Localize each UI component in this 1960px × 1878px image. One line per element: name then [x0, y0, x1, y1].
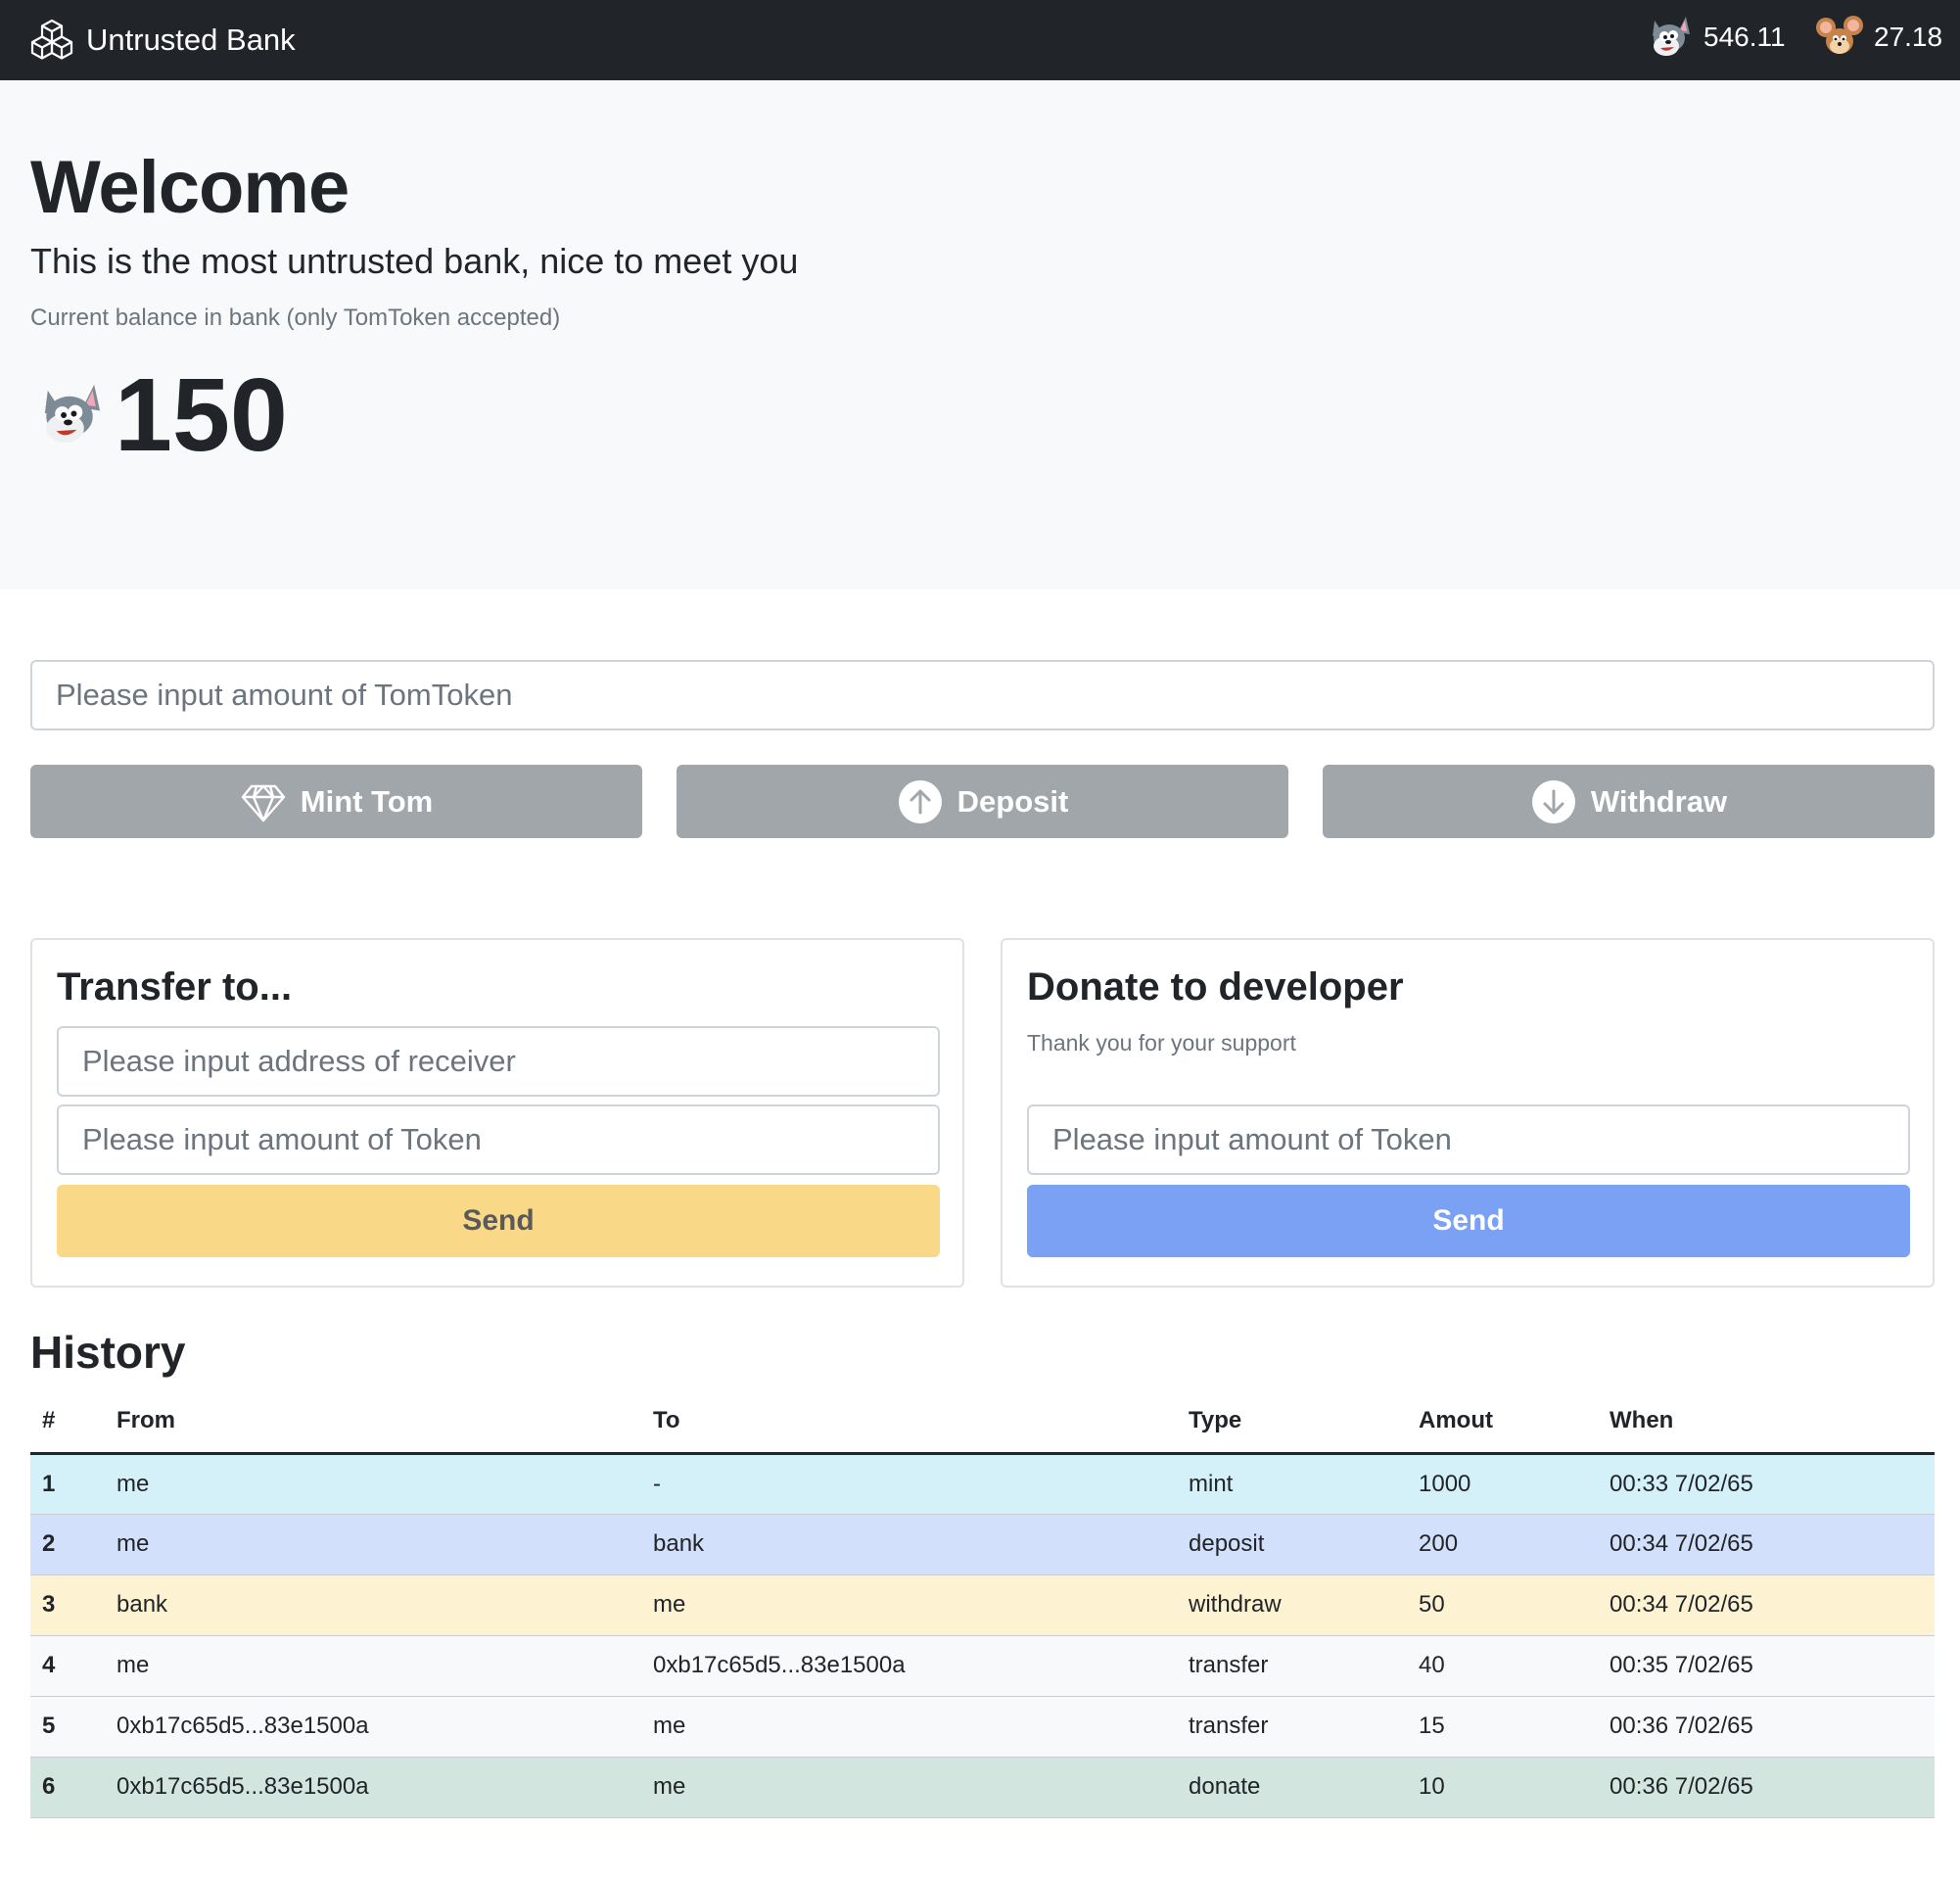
donate-title: Donate to developer: [1027, 965, 1404, 1009]
row-type: transfer: [1189, 1635, 1419, 1697]
col-from: From: [117, 1390, 653, 1455]
row-when: 00:36 7/02/65: [1610, 1757, 1935, 1818]
row-amount: 50: [1419, 1574, 1610, 1636]
jerry-mouse-icon: [1816, 16, 1863, 54]
brand-name: Untrusted Bank: [86, 23, 296, 57]
tom-cat-icon: [44, 384, 101, 444]
row-to: bank: [653, 1514, 1189, 1575]
row-from: 0xb17c65d5...83e1500a: [117, 1696, 653, 1758]
tom-cat-icon: [1653, 17, 1690, 56]
transfer-title: Transfer to...: [57, 965, 293, 1009]
row-from: me: [117, 1453, 653, 1515]
row-amount: 10: [1419, 1757, 1610, 1818]
boxes-icon: [30, 19, 73, 60]
row-number: 5: [30, 1696, 117, 1758]
row-to: me: [653, 1757, 1189, 1818]
row-type: donate: [1189, 1757, 1419, 1818]
row-when: 00:34 7/02/65: [1610, 1574, 1935, 1636]
deposit-label: Deposit: [957, 783, 1069, 819]
row-number: 2: [30, 1514, 117, 1575]
tom-balance-value: 546.11: [1703, 22, 1786, 52]
row-when: 00:36 7/02/65: [1610, 1696, 1935, 1758]
transfer-card: Transfer to... Send: [30, 938, 964, 1288]
table-row: 6 0xb17c65d5...83e1500a me donate 10 00:…: [30, 1757, 1935, 1818]
deposit-button[interactable]: Deposit: [677, 765, 1288, 838]
row-number: 6: [30, 1757, 117, 1818]
row-type: mint: [1189, 1453, 1419, 1515]
col-when: When: [1610, 1390, 1935, 1455]
mint-tom-label: Mint Tom: [300, 783, 434, 819]
history-header-row: # From To Type Amout When: [30, 1390, 1935, 1455]
hero-lead: This is the most untrusted bank, nice to…: [30, 241, 799, 281]
arrow-up-circle-icon: [898, 779, 942, 823]
arrow-down-circle-icon: [1531, 779, 1575, 823]
brand-link[interactable]: Untrusted Bank: [29, 16, 296, 65]
transfer-amount-input[interactable]: [57, 1104, 940, 1175]
table-row: 1 me - mint 1000 00:33 7/02/65: [30, 1453, 1935, 1515]
table-row: 3 bank me withdraw 50 00:34 7/02/65: [30, 1574, 1935, 1636]
row-type: withdraw: [1189, 1574, 1419, 1636]
jerry-balance-value: 27.18: [1874, 22, 1943, 52]
row-amount: 15: [1419, 1696, 1610, 1758]
mint-tom-button[interactable]: Mint Tom: [30, 765, 642, 838]
balance-caption: Current balance in bank (only TomToken a…: [30, 305, 561, 331]
bank-balance: 150: [30, 356, 288, 474]
row-from: 0xb17c65d5...83e1500a: [117, 1757, 653, 1818]
row-when: 00:34 7/02/65: [1610, 1514, 1935, 1575]
donate-card: Donate to developer Thank you for your s…: [1001, 938, 1935, 1288]
withdraw-button[interactable]: Withdraw: [1323, 765, 1935, 838]
row-when: 00:33 7/02/65: [1610, 1453, 1935, 1515]
tom-token-balance: 546.11: [1643, 10, 1786, 65]
row-from: bank: [117, 1574, 653, 1636]
transfer-send-button[interactable]: Send: [57, 1185, 940, 1257]
row-type: deposit: [1189, 1514, 1419, 1575]
bank-balance-value: 150: [115, 356, 288, 473]
col-number: #: [30, 1390, 117, 1455]
col-type: Type: [1189, 1390, 1419, 1455]
row-number: 4: [30, 1635, 117, 1697]
withdraw-label: Withdraw: [1590, 783, 1728, 819]
row-number: 3: [30, 1574, 117, 1636]
row-to: me: [653, 1696, 1189, 1758]
col-to: To: [653, 1390, 1189, 1455]
row-to: -: [653, 1453, 1189, 1515]
receiver-address-input[interactable]: [57, 1026, 940, 1097]
donate-subtitle: Thank you for your support: [1027, 1030, 1296, 1056]
jerry-token-balance: 27.18: [1813, 10, 1942, 65]
col-amount: Amout: [1419, 1390, 1610, 1455]
history-title: History: [30, 1327, 186, 1378]
diamond-icon: [241, 784, 285, 822]
row-to: me: [653, 1574, 1189, 1636]
welcome-hero: Welcome This is the most untrusted bank,…: [0, 80, 1960, 589]
tomtoken-amount-input[interactable]: [30, 660, 1935, 730]
row-amount: 40: [1419, 1635, 1610, 1697]
donate-amount-input[interactable]: [1027, 1104, 1910, 1175]
table-row: 4 me 0xb17c65d5...83e1500a transfer 40 0…: [30, 1635, 1935, 1697]
row-number: 1: [30, 1453, 117, 1515]
row-type: transfer: [1189, 1696, 1419, 1758]
row-when: 00:35 7/02/65: [1610, 1635, 1935, 1697]
hero-title: Welcome: [30, 146, 350, 229]
table-row: 5 0xb17c65d5...83e1500a me transfer 15 0…: [30, 1696, 1935, 1758]
row-from: me: [117, 1635, 653, 1697]
navbar: Untrusted Bank 546.11 27.18: [0, 0, 1960, 80]
donate-send-button[interactable]: Send: [1027, 1185, 1910, 1257]
history-table: # From To Type Amout When 1 me - mint 10…: [30, 1390, 1935, 1818]
row-amount: 200: [1419, 1514, 1610, 1575]
row-to: 0xb17c65d5...83e1500a: [653, 1635, 1189, 1697]
row-from: me: [117, 1514, 653, 1575]
row-amount: 1000: [1419, 1453, 1610, 1515]
table-row: 2 me bank deposit 200 00:34 7/02/65: [30, 1514, 1935, 1575]
